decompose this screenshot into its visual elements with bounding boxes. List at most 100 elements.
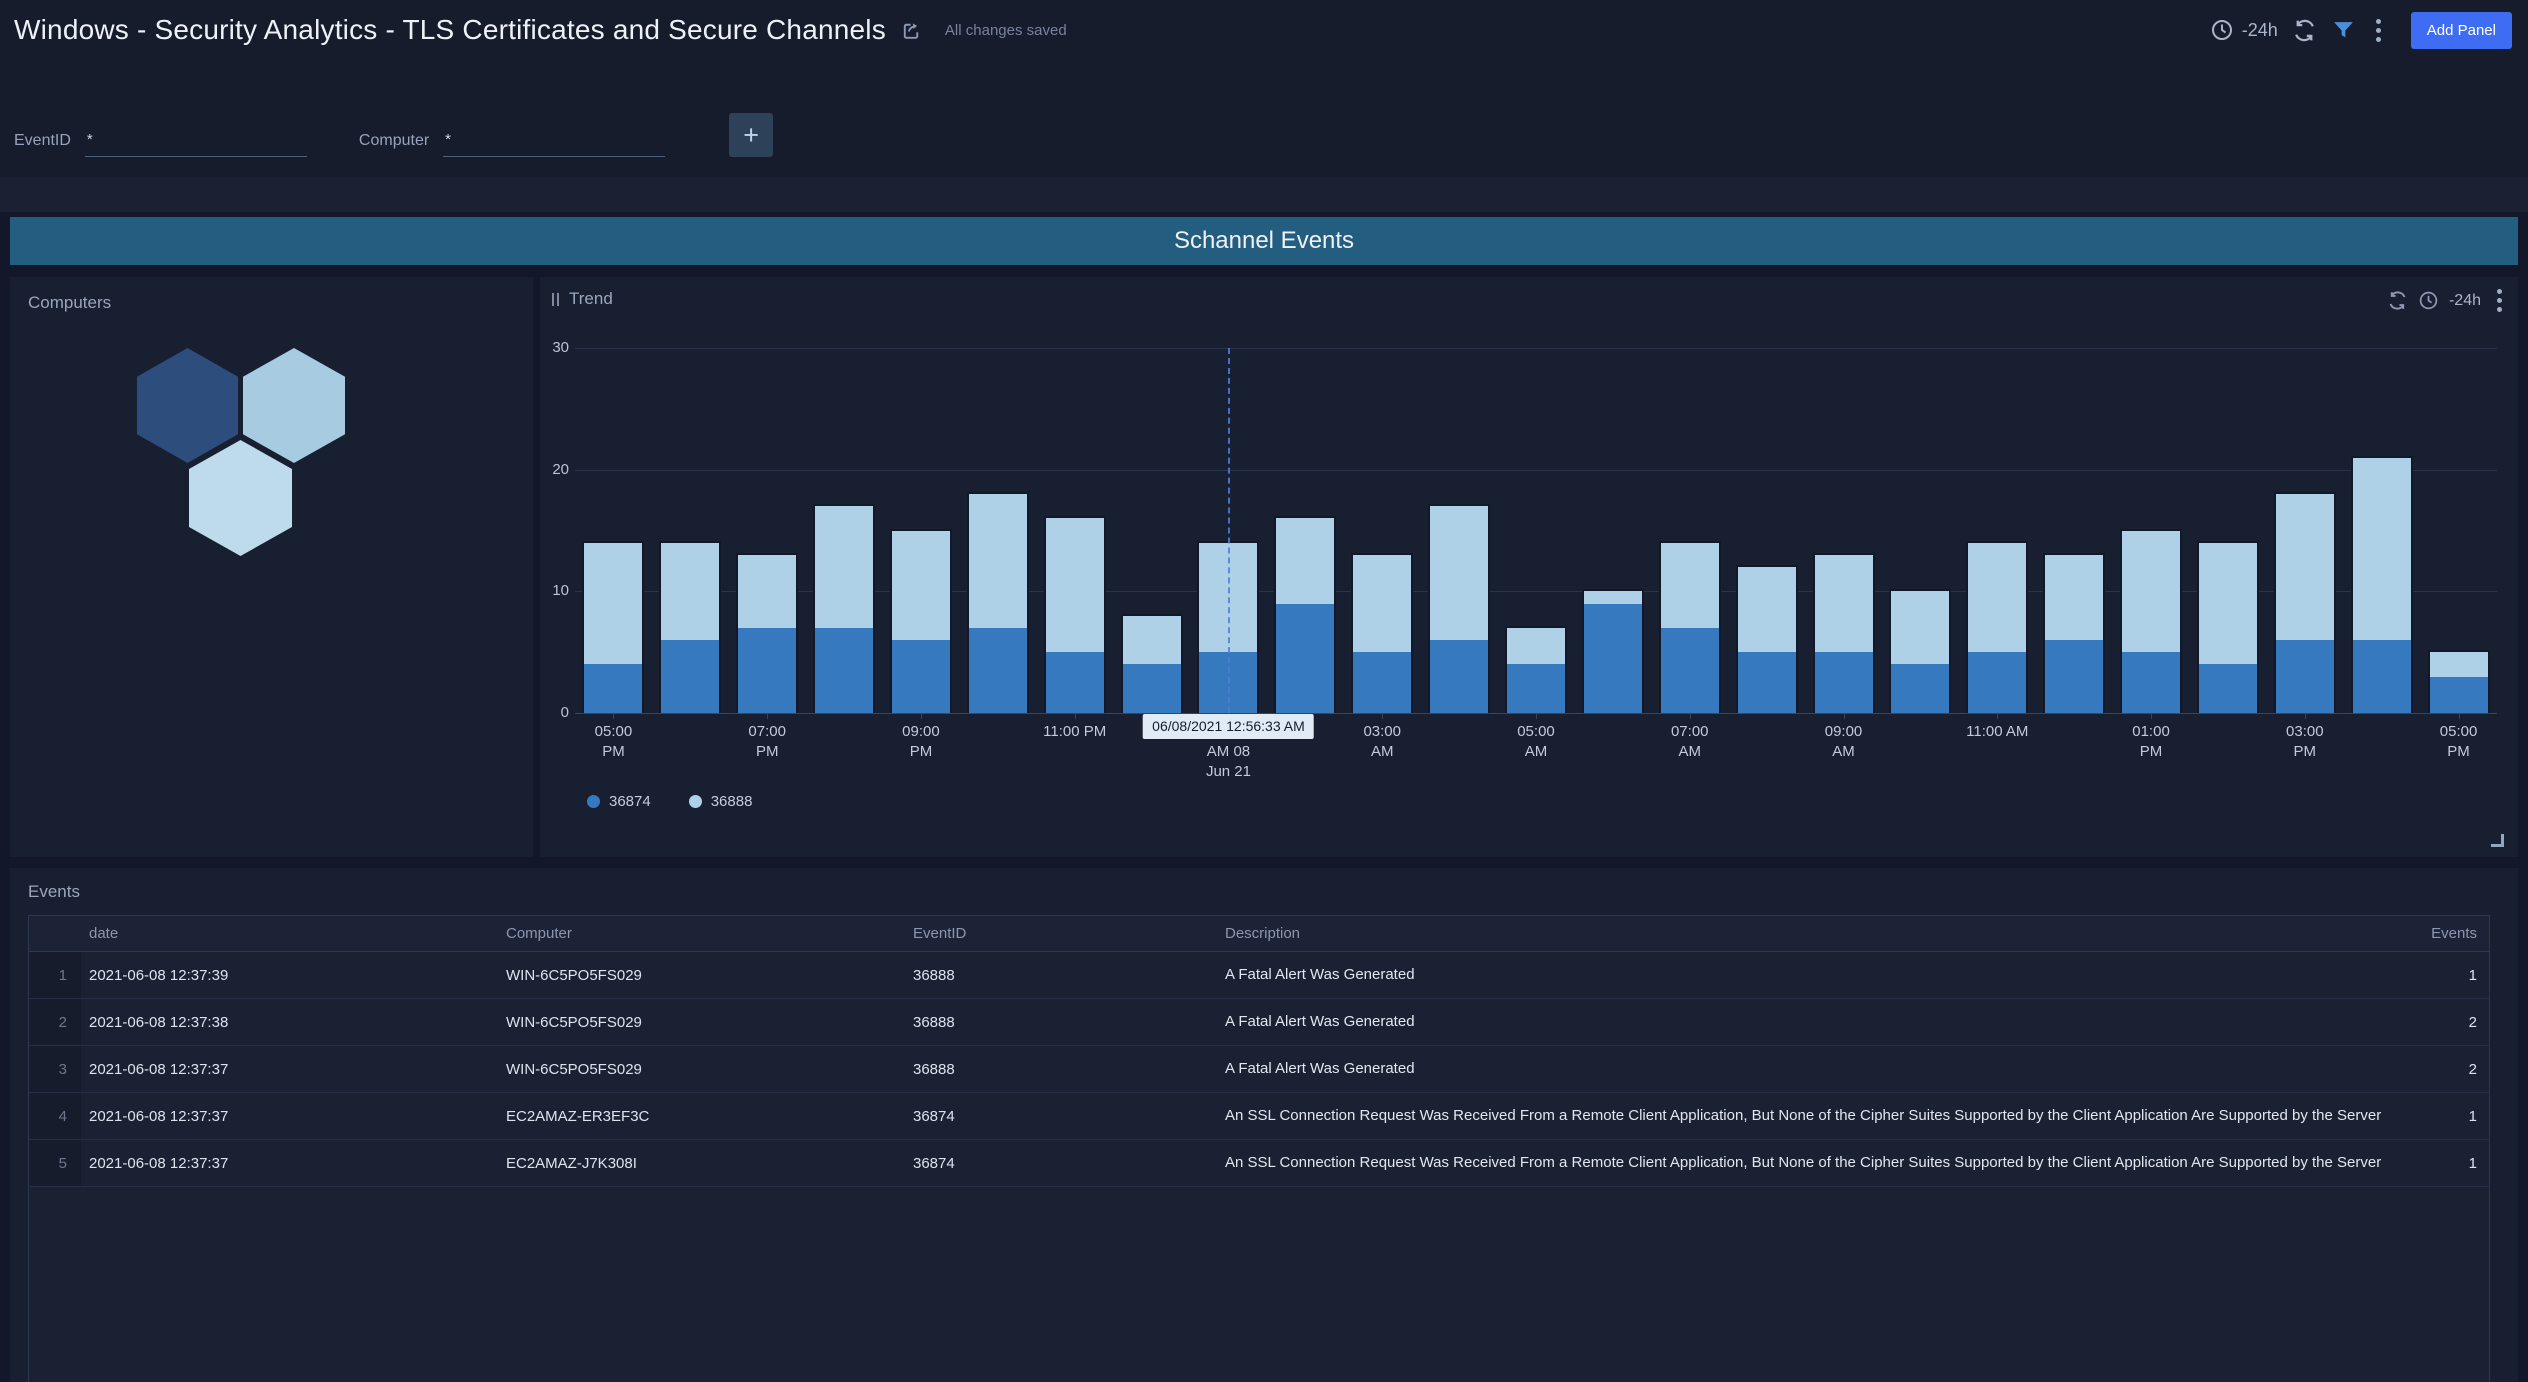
stacked-bar[interactable] (1121, 614, 1183, 713)
bar-segment-36888[interactable] (1661, 543, 1719, 628)
bar-segment-36874[interactable] (1661, 628, 1719, 713)
stacked-bar[interactable] (1351, 553, 1413, 713)
bar-segment-36874[interactable] (1507, 664, 1565, 713)
bar-segment-36888[interactable] (2430, 652, 2488, 676)
stacked-bar[interactable] (2120, 529, 2182, 714)
stacked-bar[interactable] (1736, 565, 1798, 713)
stacked-bar[interactable] (1889, 589, 1951, 713)
bar-segment-36874[interactable] (1123, 664, 1181, 713)
bar-segment-36874[interactable] (892, 640, 950, 713)
bar-segment-36888[interactable] (1430, 506, 1488, 640)
stacked-bar[interactable] (813, 504, 875, 713)
bar-segment-36888[interactable] (969, 494, 1027, 628)
panel-clock-icon[interactable] (2418, 290, 2439, 311)
bar-segment-36874[interactable] (584, 664, 642, 713)
eventid-filter-input[interactable] (85, 131, 307, 157)
stacked-bar[interactable] (1659, 541, 1721, 713)
x-tick-mark (2151, 713, 2152, 719)
bar-segment-36888[interactable] (2122, 531, 2180, 653)
bar-segment-36874[interactable] (1968, 652, 2026, 713)
stacked-bar[interactable] (1274, 516, 1336, 713)
table-row[interactable]: 42021-06-08 12:37:37EC2AMAZ-ER3EF3C36874… (29, 1093, 2489, 1140)
panel-refresh-icon[interactable] (2387, 290, 2408, 311)
bar-segment-36888[interactable] (1815, 555, 1873, 652)
bar-segment-36874[interactable] (2353, 640, 2411, 713)
filter-icon[interactable] (2331, 18, 2356, 43)
bar-segment-36874[interactable] (661, 640, 719, 713)
bar-segment-36888[interactable] (1891, 591, 1949, 664)
bar-segment-36874[interactable] (2199, 664, 2257, 713)
bar-segment-36888[interactable] (1046, 518, 1104, 652)
bar-segment-36888[interactable] (1968, 543, 2026, 653)
stacked-bar[interactable] (582, 541, 644, 713)
bar-segment-36874[interactable] (1738, 652, 1796, 713)
bar-segment-36874[interactable] (1353, 652, 1411, 713)
bar-segment-36874[interactable] (1046, 652, 1104, 713)
refresh-icon[interactable] (2292, 18, 2317, 43)
bar-segment-36888[interactable] (1276, 518, 1334, 603)
table-row[interactable]: 52021-06-08 12:37:37EC2AMAZ-J7K308I36874… (29, 1140, 2489, 1187)
stacked-bar[interactable] (1813, 553, 1875, 713)
stacked-bar[interactable] (2274, 492, 2336, 713)
stacked-bar[interactable] (2351, 456, 2413, 714)
bar-segment-36888[interactable] (2045, 555, 2103, 640)
bar-segment-36874[interactable] (969, 628, 1027, 713)
share-icon[interactable] (900, 19, 923, 42)
bar-segment-36874[interactable] (2430, 677, 2488, 714)
add-panel-button[interactable]: Add Panel (2411, 12, 2512, 49)
computer-hex-2[interactable] (243, 348, 345, 463)
bar-segment-36874[interactable] (1891, 664, 1949, 713)
bar-segment-36874[interactable] (815, 628, 873, 713)
panel-resize-handle[interactable] (2491, 834, 2504, 847)
bar-segment-36888[interactable] (2276, 494, 2334, 640)
bar-segment-36888[interactable] (1353, 555, 1411, 652)
stacked-bar[interactable] (2197, 541, 2259, 713)
stacked-bar[interactable] (1428, 504, 1490, 713)
stacked-bar[interactable] (967, 492, 1029, 713)
bar-segment-36874[interactable] (2122, 652, 2180, 713)
legend-item-36874[interactable]: 36874 (587, 793, 651, 810)
panel-time-range-label[interactable]: -24h (2449, 292, 2481, 310)
stacked-bar[interactable] (890, 529, 952, 714)
stacked-bar[interactable] (2428, 650, 2490, 713)
legend-item-36888[interactable]: 36888 (689, 793, 753, 810)
stacked-bar[interactable] (659, 541, 721, 713)
bar-segment-36888[interactable] (2199, 543, 2257, 665)
bar-segment-36888[interactable] (584, 543, 642, 665)
x-axis-label-line: Jun 21 (1153, 762, 1303, 782)
bar-segment-36874[interactable] (1430, 640, 1488, 713)
computer-filter-input[interactable] (443, 131, 665, 157)
computer-hex-1[interactable] (137, 348, 238, 463)
bar-segment-36888[interactable] (1738, 567, 1796, 652)
bar-segment-36874[interactable] (1584, 604, 1642, 714)
table-row[interactable]: 32021-06-08 12:37:37WIN-6C5PO5FS02936888… (29, 1046, 2489, 1093)
dashboard-time-range[interactable]: -24h (2210, 18, 2278, 42)
bar-segment-36888[interactable] (892, 531, 950, 641)
trend-chart[interactable]: 010203005:00PM07:00PM09:00PM11:00 PM01:0… (575, 348, 2497, 713)
stacked-bar[interactable] (1505, 626, 1567, 713)
panel-kebab-menu-icon[interactable] (2491, 287, 2508, 314)
bar-segment-36888[interactable] (1584, 591, 1642, 603)
bar-segment-36888[interactable] (661, 543, 719, 640)
table-row[interactable]: 12021-06-08 12:37:39WIN-6C5PO5FS02936888… (29, 952, 2489, 999)
drag-handle-icon[interactable] (552, 293, 559, 306)
bar-segment-36888[interactable] (1507, 628, 1565, 665)
bar-segment-36874[interactable] (738, 628, 796, 713)
add-filter-button[interactable]: + (729, 113, 773, 157)
bar-segment-36888[interactable] (815, 506, 873, 628)
table-row[interactable]: 22021-06-08 12:37:38WIN-6C5PO5FS02936888… (29, 999, 2489, 1046)
bar-segment-36874[interactable] (2045, 640, 2103, 713)
stacked-bar[interactable] (1582, 589, 1644, 713)
stacked-bar[interactable] (1044, 516, 1106, 713)
computer-hex-3[interactable] (189, 440, 292, 556)
bar-segment-36888[interactable] (738, 555, 796, 628)
bar-segment-36874[interactable] (1815, 652, 1873, 713)
stacked-bar[interactable] (736, 553, 798, 713)
stacked-bar[interactable] (1966, 541, 2028, 713)
bar-segment-36888[interactable] (1123, 616, 1181, 665)
kebab-menu-icon[interactable] (2370, 17, 2387, 44)
bar-segment-36888[interactable] (2353, 458, 2411, 641)
bar-segment-36874[interactable] (2276, 640, 2334, 713)
stacked-bar[interactable] (2043, 553, 2105, 713)
bar-segment-36874[interactable] (1276, 604, 1334, 714)
